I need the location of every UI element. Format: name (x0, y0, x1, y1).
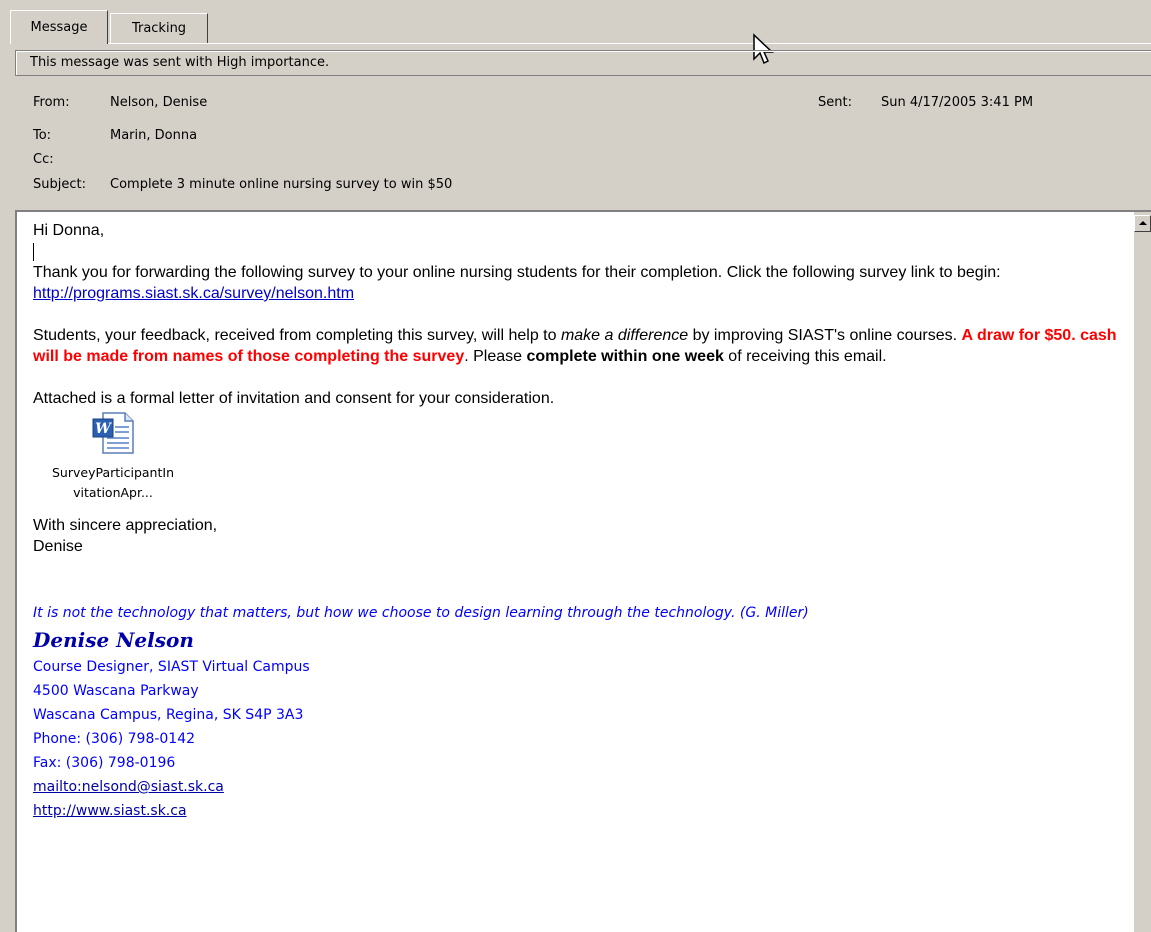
paragraph-attachment: Attached is a formal letter of invitatio… (33, 390, 555, 407)
paragraph-feedback: Students, your feedback, received from c… (33, 325, 1123, 367)
to-value[interactable]: Marin, Donna (110, 128, 197, 143)
deadline-bold: complete within one week (526, 348, 724, 365)
signature-phone: Phone: (306) 798-0142 (33, 731, 196, 747)
paragraph-survey-link: Thank you for forwarding the following s… (33, 262, 1123, 304)
signature-web-link[interactable]: http://www.siast.sk.ca (33, 803, 187, 819)
word-document-icon: W (92, 412, 134, 454)
scroll-track[interactable] (1134, 233, 1151, 913)
vertical-scrollbar[interactable] (1133, 212, 1151, 932)
attachment-filename-line2: vitationApr... (73, 485, 153, 500)
greeting: Hi Donna, (33, 222, 105, 239)
signature-fax: Fax: (306) 798-0196 (33, 755, 176, 771)
closing-name: Denise (33, 538, 83, 555)
subject-label: Subject: (33, 177, 86, 192)
attachment-filename-line1: SurveyParticipantIn (51, 465, 174, 480)
signature-title: Course Designer, SIAST Virtual Campus (33, 659, 310, 675)
text-caret (33, 241, 1123, 262)
feedback-text-b: by improving SIAST's online courses. (688, 327, 962, 344)
signature-name: Denise Nelson (33, 628, 194, 652)
signature-address1: 4500 Wascana Parkway (33, 683, 199, 699)
tab-message[interactable]: Message (10, 10, 108, 44)
closing: With sincere appreciation, (33, 517, 218, 534)
cc-label: Cc: (33, 152, 54, 167)
feedback-italic: make a difference (560, 327, 689, 344)
paragraph-survey-text: Thank you for forwarding the following s… (33, 264, 1001, 281)
signature-block: It is not the technology that matters, b… (33, 601, 1123, 823)
from-label: From: (33, 95, 70, 110)
message-body[interactable]: Hi Donna, Thank you for forwarding the f… (33, 220, 1123, 823)
subject-value: Complete 3 minute online nursing survey … (110, 177, 453, 192)
survey-link[interactable]: http://programs.siast.sk.ca/survey/nelso… (33, 285, 354, 302)
feedback-text-c: . Please (464, 348, 527, 365)
sent-value: Sun 4/17/2005 3:41 PM (881, 95, 1034, 110)
svg-text:W: W (95, 421, 112, 437)
feedback-text-d: of receiving this email. (723, 348, 887, 365)
to-label: To: (33, 128, 52, 143)
attachment-filename[interactable]: SurveyParticipantIn vitationApr... (33, 463, 193, 503)
tab-tracking[interactable]: Tracking (110, 13, 208, 43)
signature-mailto-link[interactable]: mailto:nelsond@siast.sk.ca (33, 779, 224, 795)
importance-banner: This message was sent with High importan… (15, 50, 1151, 76)
attachment-word-doc[interactable]: W SurveyParticipantIn vitationApr... (33, 409, 193, 509)
scroll-up-button[interactable] (1134, 215, 1151, 232)
signature-address2: Wascana Campus, Regina, SK S4P 3A3 (33, 707, 304, 723)
tab-divider (10, 43, 1151, 44)
sent-label: Sent: (818, 95, 852, 110)
from-value[interactable]: Nelson, Denise (110, 95, 207, 110)
feedback-text-a: Students, your feedback, received from c… (33, 327, 561, 344)
message-body-pane[interactable]: Hi Donna, Thank you for forwarding the f… (15, 210, 1151, 932)
signature-quote: It is not the technology that matters, b… (33, 605, 809, 621)
